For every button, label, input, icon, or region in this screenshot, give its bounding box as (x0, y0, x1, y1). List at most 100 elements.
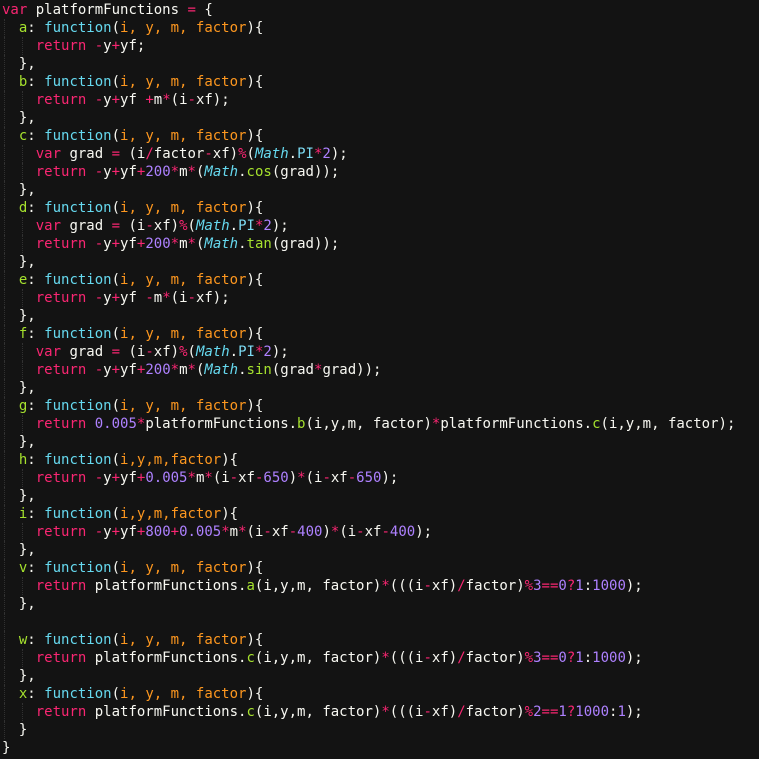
code-token: * (187, 362, 196, 378)
indent-guide (4, 505, 5, 523)
code-token: ){ (221, 452, 239, 468)
code-editor[interactable]: var platformFunctions = { a: function(i,… (0, 0, 759, 759)
code-token: - (94, 362, 104, 378)
code-token: yf; (120, 38, 146, 54)
code-token: (grad)); (271, 236, 340, 252)
code-token: ( (111, 128, 121, 144)
code-token: 2 (263, 218, 272, 234)
indent-guide (4, 469, 5, 487)
code-token: i, y, m, factor (120, 560, 247, 576)
code-token: ( (187, 344, 196, 360)
code-token: ( (111, 560, 121, 576)
code-token: }, (2, 488, 36, 504)
code-token: xf) (431, 650, 458, 666)
code-line-19: f: function(i, y, m, factor){ (2, 325, 759, 343)
indent-guide (22, 343, 23, 361)
indent-guide (4, 19, 5, 37)
code-token: grad (61, 146, 112, 162)
code-token: ); (271, 218, 289, 234)
code-token: - (94, 236, 104, 252)
code-token: = (187, 2, 196, 18)
code-line-22: }, (2, 379, 759, 397)
code-token: (i (170, 92, 188, 108)
code-token: ){ (246, 398, 264, 414)
code-token: Math (204, 164, 239, 180)
indent-guide (4, 523, 5, 541)
code-line-33: return platformFunctions.a(i,y,m, factor… (2, 577, 759, 595)
code-token: ); (625, 704, 643, 720)
indent-guide (4, 271, 5, 289)
code-line-21: return -y+yf+200*m*(Math.sin(grad*grad))… (2, 361, 759, 379)
code-token: yf (120, 92, 146, 108)
code-token: PI (297, 146, 314, 162)
code-line-3: return -y+yf; (2, 37, 759, 55)
indent-guide (4, 37, 5, 55)
indent-guide (4, 595, 5, 613)
indent-guide (4, 397, 5, 415)
code-token: ( (246, 146, 255, 162)
code-token: (i,y,m, factor) (254, 650, 382, 666)
code-token: % (238, 146, 247, 162)
code-token: : (583, 578, 593, 594)
code-token: * (381, 578, 390, 594)
code-line-23: g: function(i, y, m, factor){ (2, 397, 759, 415)
code-token: }, (2, 110, 36, 126)
code-line-26: h: function(i,y,m,factor){ (2, 451, 759, 469)
indent-guide (22, 37, 23, 55)
code-token: ( (111, 686, 121, 702)
code-line-16: e: function(i, y, m, factor){ (2, 271, 759, 289)
code-token: return (35, 92, 87, 108)
code-token: m (179, 236, 188, 252)
code-token: + (145, 92, 154, 108)
code-token: function (44, 686, 112, 702)
code-token: return (35, 524, 87, 540)
code-token: }, (2, 56, 36, 72)
code-token: xf) (153, 344, 180, 360)
indent-guide (4, 379, 5, 397)
code-token: * (297, 470, 306, 486)
code-token: m (153, 92, 163, 108)
code-token: (i,y,m, factor) (254, 578, 382, 594)
code-token: ); (381, 470, 399, 486)
code-token: }, (2, 254, 36, 270)
indent-guide (4, 649, 5, 667)
code-token: - (145, 218, 154, 234)
code-token: : (27, 128, 45, 144)
code-token: (i (212, 470, 230, 486)
code-token: 1 (617, 704, 626, 720)
code-token: y (103, 236, 112, 252)
code-token: . (238, 164, 247, 180)
code-token: * (170, 164, 180, 180)
code-token: ) (288, 470, 298, 486)
code-token: i, y, m, factor (120, 128, 247, 144)
code-token: (i (120, 146, 146, 162)
code-token: platformFunctions. (86, 704, 247, 720)
code-token: (i,y,m, factor); (600, 416, 736, 432)
code-token: + (111, 236, 121, 252)
code-token: i, y, m, factor (120, 398, 247, 414)
code-token: Math (254, 146, 289, 162)
code-token: - (94, 290, 104, 306)
code-token: - (381, 524, 390, 540)
code-token: : (27, 686, 45, 702)
code-token: xf (364, 524, 382, 540)
indent-guide (22, 235, 23, 253)
indent-guide (22, 577, 23, 595)
code-token: (i (305, 470, 323, 486)
code-token: % (179, 218, 188, 234)
code-token: - (94, 524, 104, 540)
code-token: : (27, 74, 45, 90)
code-token: % (524, 578, 534, 594)
code-token: (grad)); (271, 164, 340, 180)
code-token: / (457, 650, 466, 666)
code-token: var (35, 344, 62, 360)
code-token: * (238, 524, 247, 540)
code-token: a (246, 578, 255, 594)
